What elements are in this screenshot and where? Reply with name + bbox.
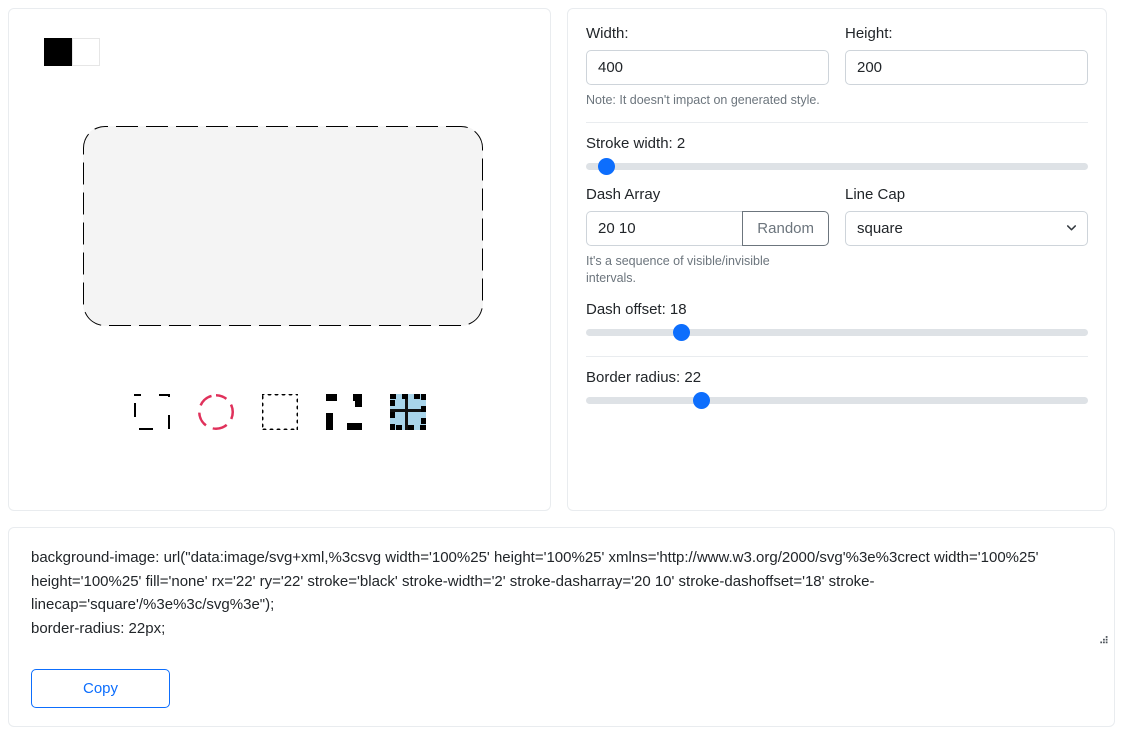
size-note: Note: It doesn't impact on generated sty… xyxy=(586,93,820,107)
grid-pattern-icon xyxy=(389,394,426,430)
fill-color-swatch[interactable] xyxy=(72,38,100,66)
dash-array-input-group: Random xyxy=(586,210,829,246)
stroke-color-swatch[interactable] xyxy=(44,38,72,66)
height-input[interactable] xyxy=(845,50,1088,85)
top-row: Width: Height: Note: It doesn't impact o… xyxy=(8,8,1115,511)
dotted-square-icon xyxy=(261,394,298,430)
preset-grid-pattern[interactable] xyxy=(385,389,431,435)
dash-array-note: It's a sequence of visible/invisible int… xyxy=(586,253,770,285)
height-field-group: Height: xyxy=(845,25,1088,85)
dashed-box-preview xyxy=(83,126,483,326)
divider-2 xyxy=(586,355,1088,357)
preset-dashed-circle[interactable] xyxy=(193,389,239,435)
preset-list xyxy=(9,389,550,435)
preset-dotted-square[interactable] xyxy=(257,389,303,435)
copy-button[interactable]: Copy xyxy=(31,669,170,708)
controls-panel: Width: Height: Note: It doesn't impact o… xyxy=(567,8,1107,511)
stroke-width-slider[interactable] xyxy=(586,162,1088,170)
color-swatches xyxy=(44,38,532,66)
line-cap-select-wrap: square xyxy=(845,210,1088,246)
divider-1 xyxy=(586,121,1088,123)
preview-area xyxy=(83,126,483,326)
border-radius-label: Border radius: 22 xyxy=(586,368,702,386)
stroke-width-label: Stroke width: 2 xyxy=(586,134,686,152)
preview-panel xyxy=(8,8,551,511)
thick-dashed-square-icon xyxy=(325,394,362,430)
border-radius-slider[interactable] xyxy=(586,396,1088,404)
preset-thick-dashed-square[interactable] xyxy=(321,389,367,435)
dash-array-field-group: Dash Array Random xyxy=(586,186,829,246)
dash-array-input[interactable] xyxy=(586,210,743,246)
size-fields-row: Width: Height: xyxy=(586,25,1088,85)
dash-fields-row: Dash Array Random Line Cap square xyxy=(586,186,1088,246)
output-panel: background-image: url("data:image/svg+xm… xyxy=(8,527,1115,727)
dashed-square-icon xyxy=(133,394,170,430)
random-dash-button[interactable]: Random xyxy=(742,210,829,246)
line-cap-field-group: Line Cap square xyxy=(845,186,1088,246)
width-label: Width: xyxy=(586,25,629,42)
height-label: Height: xyxy=(845,25,893,42)
width-field-group: Width: xyxy=(586,25,829,85)
preset-dashed-square[interactable] xyxy=(129,389,175,435)
page-root: Width: Height: Note: It doesn't impact o… xyxy=(0,0,1123,735)
dashed-circle-icon xyxy=(197,394,234,430)
width-input[interactable] xyxy=(586,50,829,85)
line-cap-label: Line Cap xyxy=(845,185,906,203)
dash-offset-slider[interactable] xyxy=(586,328,1088,336)
line-cap-select[interactable]: square xyxy=(845,210,1088,246)
generated-css-textarea[interactable]: background-image: url("data:image/svg+xm… xyxy=(9,528,1114,645)
dash-offset-label: Dash offset: 18 xyxy=(586,300,687,318)
dash-array-label: Dash Array xyxy=(586,185,661,203)
